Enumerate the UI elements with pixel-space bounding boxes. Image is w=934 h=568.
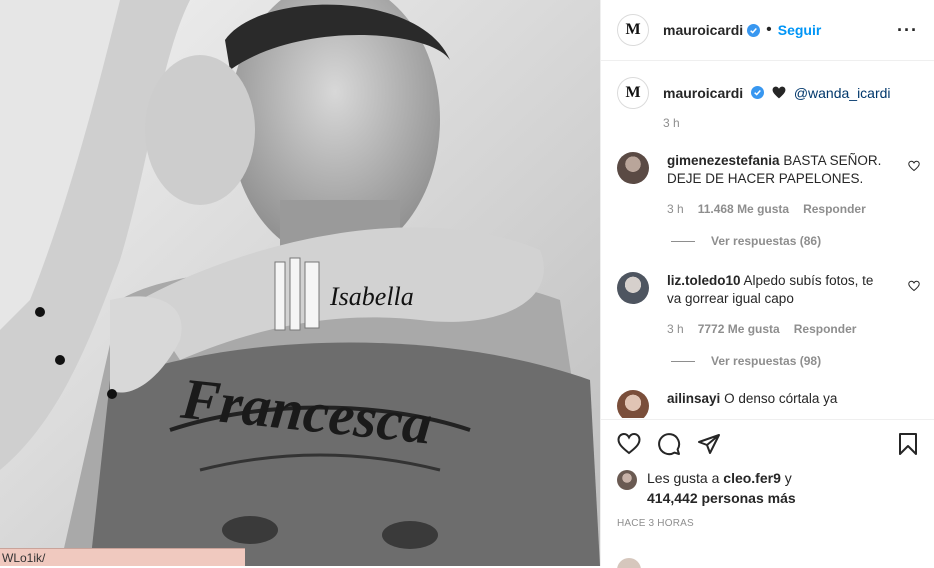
verified-badge-icon [751, 86, 765, 99]
black-heart-icon [772, 86, 786, 99]
post-header: M mauroicardi • Seguir ··· [601, 0, 934, 61]
view-replies-button[interactable]: Ver respuestas (98) [671, 354, 934, 368]
post-photo[interactable]: Isabella Francesca WLo1ik/ [0, 0, 600, 566]
comment-time: 3 h [667, 322, 684, 336]
view-replies-label: Ver respuestas (86) [711, 234, 822, 248]
avatar-monogram: M [625, 84, 641, 101]
caption-mention[interactable]: @wanda_icardi [794, 85, 891, 101]
comment-username[interactable]: ailinsayi [667, 391, 720, 406]
post-side-panel: M mauroicardi • Seguir ··· M mauroicardi… [600, 0, 934, 568]
comment-username[interactable]: gimenezestefania [667, 153, 780, 168]
view-replies-label: Ver respuestas (98) [711, 354, 822, 368]
likes-prefix: Les gusta a [647, 470, 720, 486]
avatar-monogram: M [625, 21, 641, 38]
verified-badge-icon [747, 23, 761, 37]
tattoo-isabella-text: Isabella [329, 282, 414, 311]
status-url-bar: WLo1ik/ [0, 548, 245, 566]
comment-avatar[interactable] [617, 152, 649, 184]
follow-button[interactable]: Seguir [778, 22, 822, 38]
reply-button[interactable]: Responder [803, 200, 866, 218]
bookmark-icon[interactable] [896, 432, 920, 456]
comments-list[interactable]: M mauroicardi @wanda_icardi 3 h gimeneze… [601, 61, 934, 418]
comment-input-avatar [617, 558, 641, 568]
replies-divider [671, 360, 695, 362]
more-options-button[interactable]: ··· [897, 20, 918, 41]
comment-item: ailinsayi O denso córtala ya [601, 390, 934, 418]
comment-username[interactable]: liz.toledo10 [667, 273, 741, 288]
likes-count[interactable]: 414,442 personas más [647, 490, 796, 506]
comment-item: liz.toledo10 Alpedo subís fotos, te va g… [601, 272, 934, 338]
comment-avatar[interactable] [617, 272, 649, 304]
comment-likes[interactable]: 11.468 Me gusta [698, 200, 789, 218]
liker-avatar[interactable] [617, 470, 637, 490]
photo-illustration: Isabella Francesca [0, 0, 600, 566]
caption-username[interactable]: mauroicardi [663, 85, 743, 101]
liker-username[interactable]: cleo.fer9 [723, 470, 781, 486]
post-actions: Les gusta a cleo.fer9 y 414,442 personas… [601, 419, 934, 568]
avatar[interactable]: M [617, 14, 649, 46]
caption: M mauroicardi @wanda_icardi 3 h [601, 61, 934, 132]
comment-item: gimenezestefania BASTA SEÑOR. DEJE DE HA… [601, 152, 934, 218]
comment-text: O denso córtala ya [724, 391, 838, 406]
heart-outline-icon[interactable] [908, 160, 920, 172]
comment-input-area [617, 556, 918, 568]
share-icon[interactable] [697, 432, 721, 456]
comment-time: 3 h [667, 202, 684, 216]
view-replies-button[interactable]: Ver respuestas (86) [671, 234, 934, 248]
comment-avatar[interactable] [617, 390, 649, 418]
separator-dot: • [766, 21, 772, 38]
header-username[interactable]: mauroicardi [663, 22, 743, 38]
post-timestamp[interactable]: HACE 3 HORAS [601, 508, 934, 529]
caption-time: 3 h [663, 116, 680, 130]
replies-divider [671, 240, 695, 242]
likes-conjunction: y [784, 470, 792, 486]
heart-outline-icon[interactable] [908, 280, 920, 292]
likes-summary: Les gusta a cleo.fer9 y 414,442 personas… [601, 456, 934, 508]
reply-button[interactable]: Responder [794, 320, 857, 338]
comment-icon[interactable] [657, 432, 681, 456]
comment-likes[interactable]: 7772 Me gusta [698, 320, 780, 338]
heart-icon[interactable] [617, 432, 641, 456]
caption-avatar[interactable]: M [617, 77, 649, 109]
